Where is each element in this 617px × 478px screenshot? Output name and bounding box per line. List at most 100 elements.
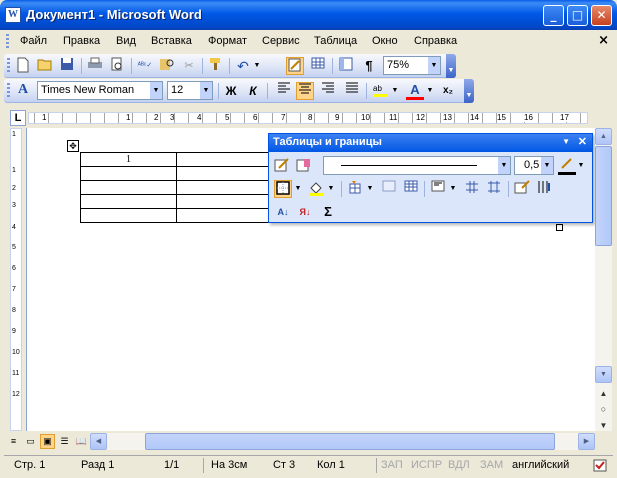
maximize-button[interactable]: □ xyxy=(567,5,588,26)
font-name-combo[interactable]: Times New Roman ▼ xyxy=(37,81,163,100)
justify-icon[interactable] xyxy=(343,82,361,100)
font-color-dropdown-icon[interactable]: ▼ xyxy=(425,82,435,100)
border-color-icon[interactable] xyxy=(558,157,576,175)
tables-borders-icon[interactable] xyxy=(286,57,304,75)
document-close-icon[interactable]: × xyxy=(598,33,609,48)
table-cell[interactable] xyxy=(176,152,273,167)
shading-dropdown-icon[interactable]: ▼ xyxy=(326,180,336,198)
table-cell[interactable] xyxy=(176,194,273,209)
tab-selector[interactable]: L xyxy=(10,110,26,126)
table-cell[interactable] xyxy=(80,208,177,223)
scroll-right-icon[interactable]: ▶ xyxy=(578,433,595,450)
spelling-icon[interactable]: ᴬᴮᶜ✓ xyxy=(136,57,154,75)
status-overtype[interactable]: ЗАМ xyxy=(480,459,503,471)
document-map-icon[interactable] xyxy=(337,57,355,75)
status-language[interactable]: английский xyxy=(512,459,569,471)
table-cell[interactable] xyxy=(80,166,177,181)
font-size-combo[interactable]: 12 ▼ xyxy=(167,81,213,100)
close-button[interactable]: ✕ xyxy=(591,5,612,26)
toolbar-grip[interactable] xyxy=(7,58,10,74)
table-cell[interactable] xyxy=(80,180,177,195)
undo-dropdown-icon[interactable]: ▼ xyxy=(252,57,262,75)
horizontal-scroll-thumb[interactable] xyxy=(145,433,555,450)
scroll-left-icon[interactable]: ◀ xyxy=(90,433,107,450)
outline-view-icon[interactable]: ☰ xyxy=(57,434,72,449)
status-track-changes[interactable]: ИСПР xyxy=(411,459,442,471)
table-cell[interactable] xyxy=(80,194,177,209)
web-layout-view-icon[interactable]: ▭ xyxy=(23,434,38,449)
undo-icon[interactable]: ↶ xyxy=(234,57,252,75)
line-weight-combo[interactable]: 0,5 ▼ xyxy=(514,156,554,175)
split-cells-icon[interactable] xyxy=(402,180,420,198)
table-cell[interactable] xyxy=(176,180,273,195)
table-autoformat-icon[interactable] xyxy=(513,180,531,198)
table-cell[interactable]: 1 xyxy=(80,152,177,167)
menu-window[interactable]: Окно xyxy=(372,35,398,47)
toolbar-grip[interactable] xyxy=(7,83,10,99)
scroll-up-icon[interactable]: ▲ xyxy=(595,128,612,145)
highlight-icon[interactable]: ab xyxy=(371,82,389,100)
toolbar-options-chevron-icon[interactable]: ▼ xyxy=(446,54,456,78)
menu-grip[interactable] xyxy=(6,34,9,50)
cut-icon[interactable]: ✂ xyxy=(180,57,198,75)
research-icon[interactable] xyxy=(158,57,176,75)
insert-table-icon[interactable] xyxy=(309,57,327,75)
table-resize-handle[interactable] xyxy=(556,224,563,231)
print-layout-view-icon[interactable]: ▣ xyxy=(40,434,55,449)
zoom-dropdown-icon[interactable]: ▼ xyxy=(428,57,440,74)
align-left-icon[interactable] xyxy=(275,82,293,100)
table-move-handle-icon[interactable]: ✥ xyxy=(67,140,79,152)
line-weight-dropdown-icon[interactable]: ▼ xyxy=(541,157,553,174)
menu-table[interactable]: Таблица xyxy=(314,35,357,47)
menu-insert[interactable]: Вставка xyxy=(151,35,192,47)
styles-icon[interactable]: A xyxy=(14,82,32,100)
status-extend-selection[interactable]: ВДЛ xyxy=(448,459,470,471)
title-bar[interactable]: W Документ1 - Microsoft Word _ □ ✕ xyxy=(0,0,617,30)
reading-layout-view-icon[interactable]: 📖 xyxy=(74,434,89,449)
minimize-button[interactable]: _ xyxy=(543,5,564,26)
menu-help[interactable]: Справка xyxy=(414,35,457,47)
scroll-down-icon[interactable]: ▼ xyxy=(595,366,612,383)
tables-toolbar-titlebar[interactable]: Таблицы и границы ▼ ✕ xyxy=(269,134,592,152)
line-style-dropdown-icon[interactable]: ▼ xyxy=(498,157,510,174)
align-center-icon[interactable] xyxy=(296,82,314,100)
print-preview-icon[interactable] xyxy=(108,57,126,75)
cell-alignment-dropdown-icon[interactable]: ▼ xyxy=(448,180,458,198)
menu-edit[interactable]: Правка xyxy=(63,35,100,47)
menu-format[interactable]: Формат xyxy=(208,35,247,47)
zoom-combo[interactable]: 75% ▼ xyxy=(383,56,441,75)
open-folder-icon[interactable] xyxy=(36,57,54,75)
toolbar-options-chevron-icon[interactable]: ▼ xyxy=(464,79,474,103)
highlight-dropdown-icon[interactable]: ▼ xyxy=(390,82,400,100)
new-document-icon[interactable] xyxy=(14,57,32,75)
sort-descending-icon[interactable]: Я↓ xyxy=(296,203,314,221)
bold-button[interactable]: Ж xyxy=(222,82,240,100)
eraser-icon[interactable] xyxy=(295,157,313,175)
insert-table-icon[interactable] xyxy=(346,180,364,198)
save-icon[interactable] xyxy=(58,57,76,75)
vertical-scroll-thumb[interactable] xyxy=(595,146,612,246)
next-page-icon[interactable]: ▼ xyxy=(595,418,612,435)
line-style-combo[interactable]: ▼ xyxy=(323,156,511,175)
tables-borders-toolbar[interactable]: Таблицы и границы ▼ ✕ ▼ 0,5 ▼ ▼ ▼ ▼ ▼ ▼ xyxy=(268,133,593,223)
distribute-columns-icon[interactable] xyxy=(485,180,503,198)
shading-color-icon[interactable] xyxy=(307,180,325,198)
border-dropdown-icon[interactable]: ▼ xyxy=(293,180,303,198)
format-painter-icon[interactable] xyxy=(207,57,225,75)
text-direction-icon[interactable] xyxy=(535,180,553,198)
show-formatting-icon[interactable]: ¶ xyxy=(360,57,378,75)
subscript-icon[interactable]: x₂ xyxy=(439,82,457,100)
spelling-status-icon[interactable] xyxy=(592,459,610,476)
border-color-dropdown-icon[interactable]: ▼ xyxy=(576,157,586,175)
outside-border-icon[interactable] xyxy=(274,180,292,198)
sort-ascending-icon[interactable]: А↓ xyxy=(274,203,292,221)
menu-tools[interactable]: Сервис xyxy=(262,35,300,47)
italic-button[interactable]: К xyxy=(244,82,262,100)
distribute-rows-icon[interactable] xyxy=(463,180,481,198)
vertical-ruler[interactable]: 1 1 2 3 4 5 6 7 8 9 10 11 12 xyxy=(10,128,22,431)
align-right-icon[interactable] xyxy=(319,82,337,100)
toolbar-close-icon[interactable]: ✕ xyxy=(578,135,587,148)
normal-view-icon[interactable]: ≡ xyxy=(6,434,21,449)
font-name-dropdown-icon[interactable]: ▼ xyxy=(150,82,162,99)
previous-page-icon[interactable]: ▲ xyxy=(595,386,612,403)
